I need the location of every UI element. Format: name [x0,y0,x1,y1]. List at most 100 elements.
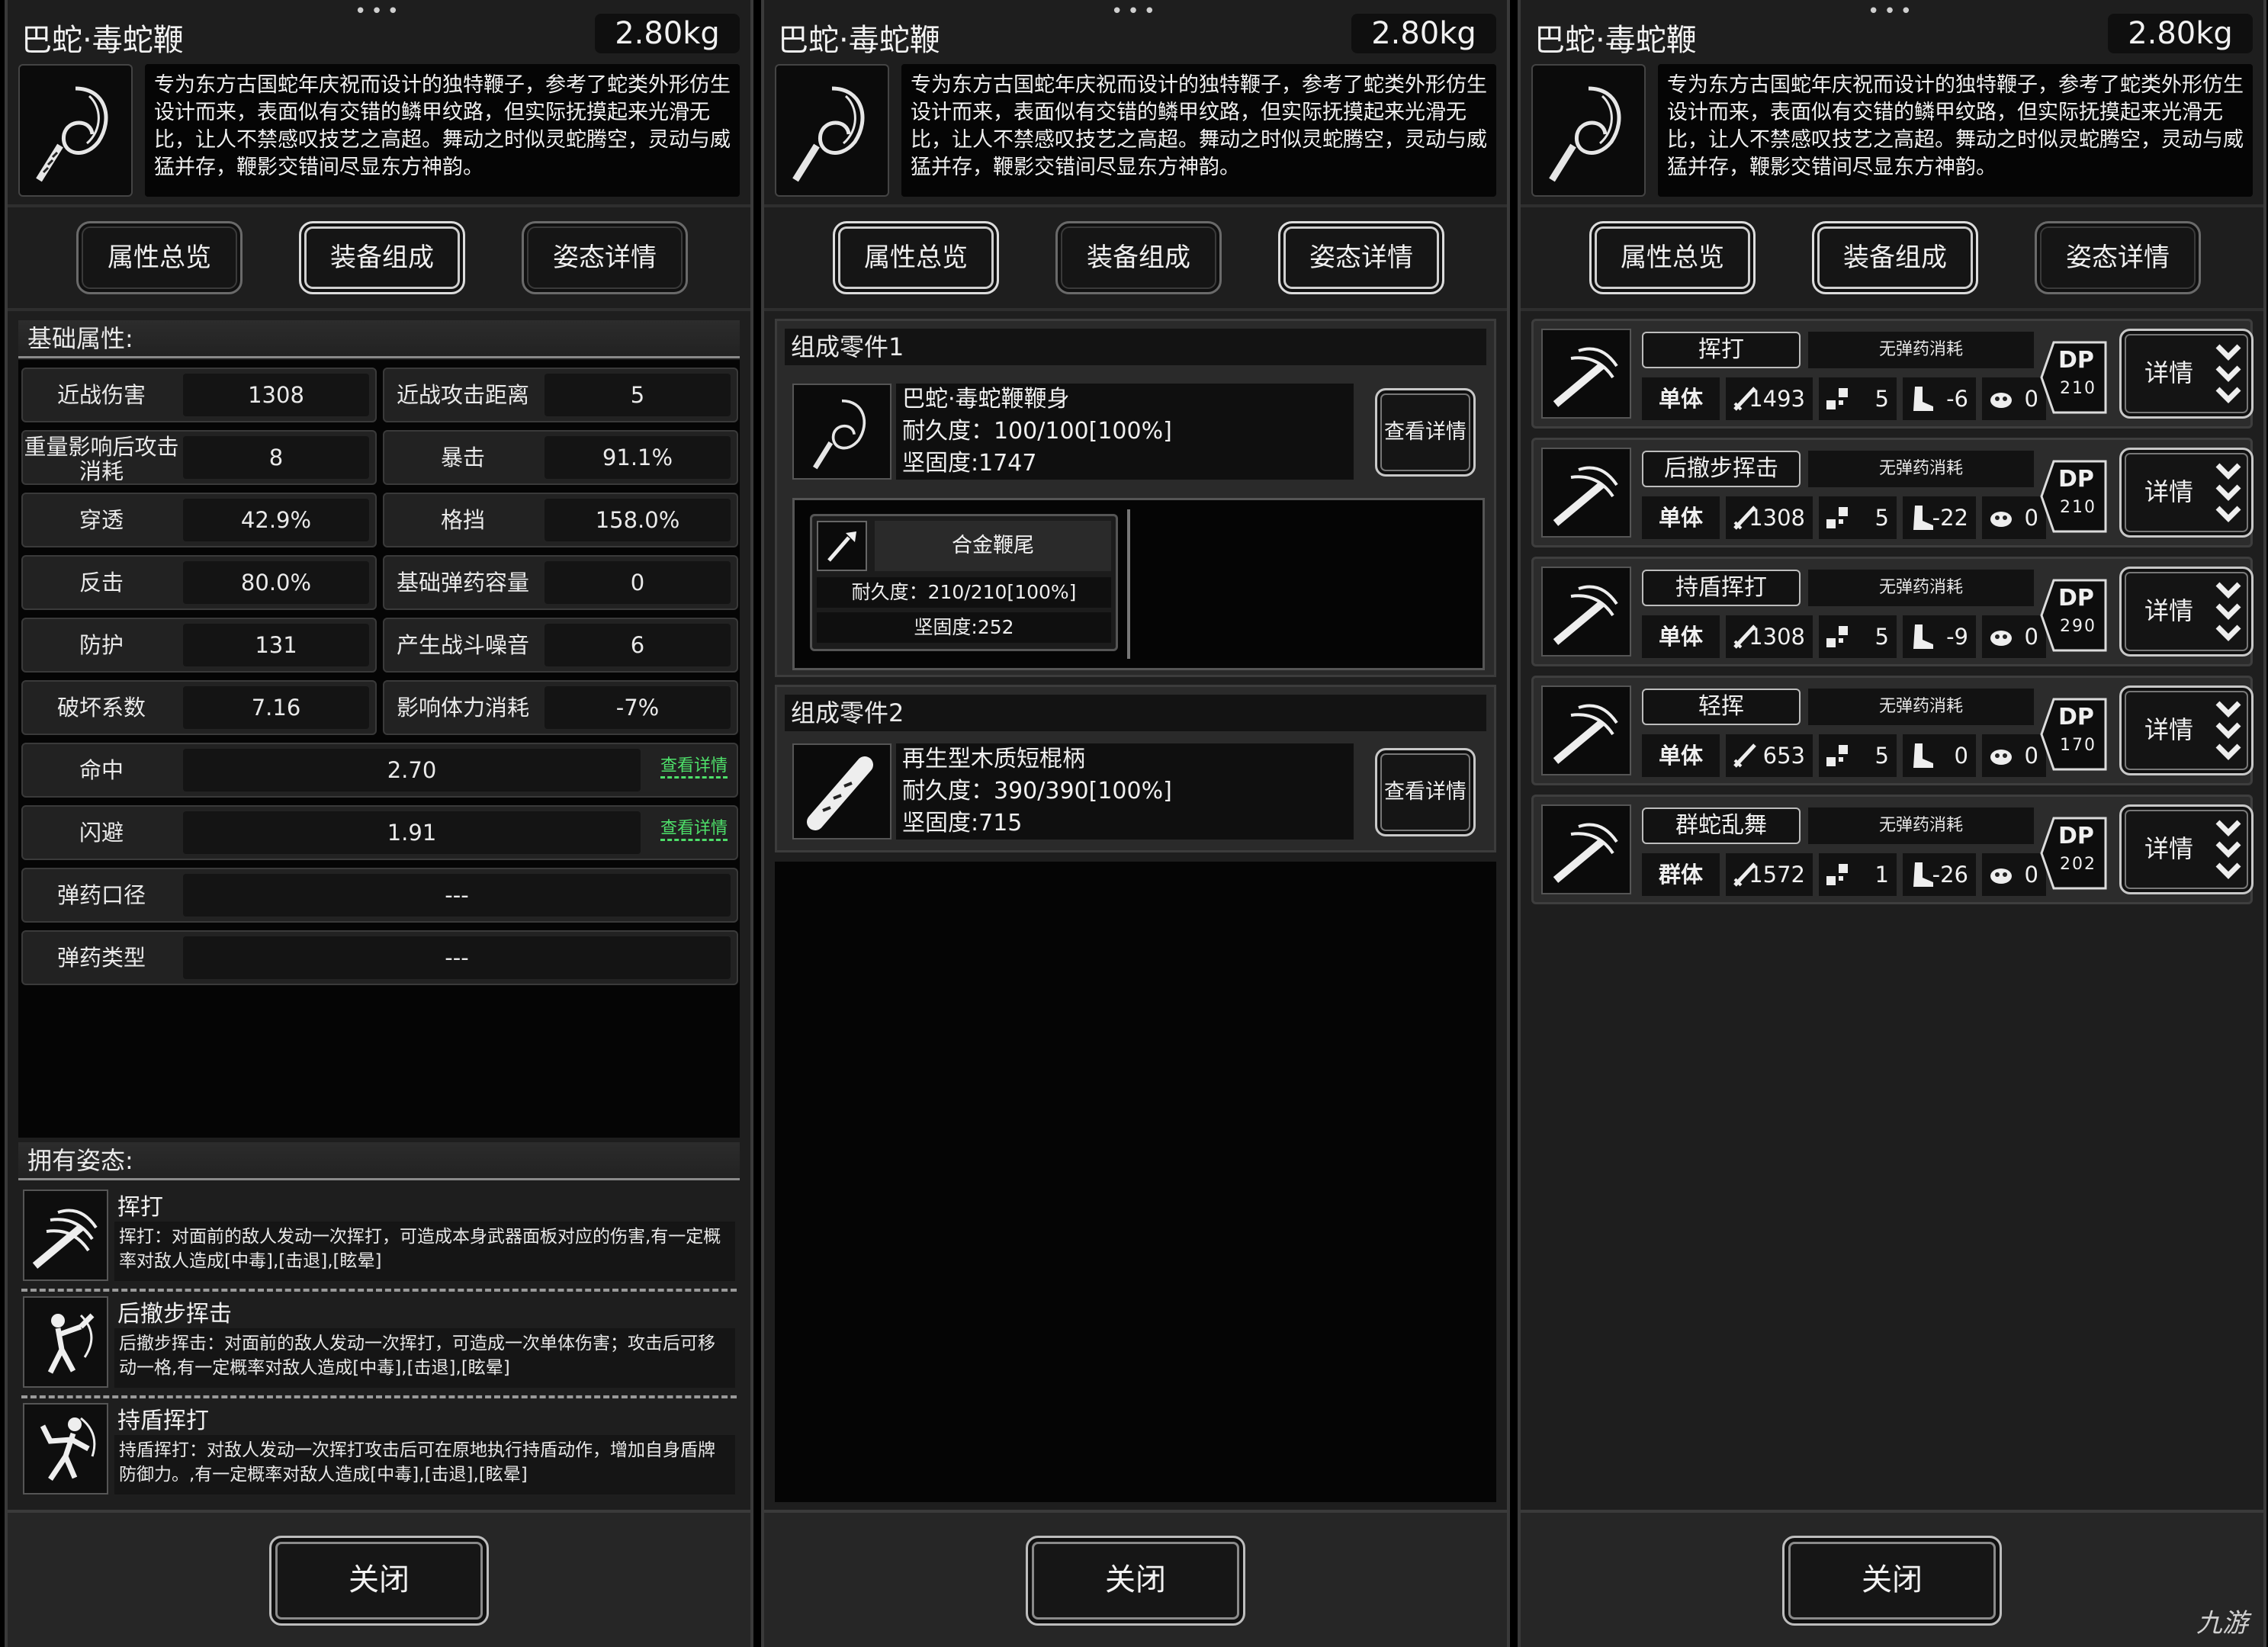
stat-value: 42.9% [183,499,369,541]
chevron-down-icon [2215,820,2241,879]
target-grid-icon [1826,388,1848,409]
stat-penetration: 穿透 42.9% [21,493,377,547]
stat-melee-range: 近战攻击距离 5 [383,368,738,422]
posture-description: 后撤步挥击：对面前的敌人发动一次挥打，可造成一次单体伤害；攻击后可移动一格,有一… [114,1328,735,1388]
skill-card: 后撤步挥击 无弹药消耗 单体 1308 5 -22 0 DP 210 详情 [1531,438,2254,547]
noise-value: 0 [2024,624,2038,650]
weapon-name: 巴蛇·毒蛇鞭 [1534,23,1697,58]
target-grid-icon [1826,626,1848,647]
hit-stat: 5 [1819,734,1897,777]
stat-value: -7% [545,686,731,729]
skill-stats: 群体 1572 1 -26 0 [1642,853,2046,896]
stat-value: 0 [545,561,731,604]
tab-overview[interactable]: 属性总览 [1589,221,1756,294]
tab-composition[interactable]: 装备组成 [1812,221,1978,294]
skill-details-button[interactable]: 详情 [2119,804,2254,894]
whip-body-icon [792,384,891,480]
noise-stat: 0 [1982,615,2046,658]
stat-value: --- [183,874,731,917]
dp-value: 290 [2060,617,2096,636]
skill-name: 挥打 [1642,332,1801,368]
close-button[interactable]: 关闭 [269,1536,489,1626]
tab-postures[interactable]: 姿态详情 [522,221,688,294]
stat-block: 格挡 158.0% [383,493,738,547]
noise-stat: 0 [1982,853,2046,896]
subpart-area: 合金鞭尾 耐久度：210/210[100%] 坚固度:252 [792,498,1485,670]
skill-icon [1541,567,1631,657]
move-value: -22 [1932,505,1968,531]
attack-stat: 1493 [1726,377,1813,420]
view-details-button[interactable]: 查看详情 [1375,388,1476,477]
accuracy-details-link[interactable]: 查看详情 [660,756,728,779]
dp-value: 210 [2060,379,2096,398]
tab-bar: 属性总览 装备组成 姿态详情 [1521,221,2263,297]
hit-stat: 5 [1819,615,1897,658]
skill-details-button[interactable]: 详情 [2119,567,2254,657]
tab-postures[interactable]: 姿态详情 [1278,221,1444,294]
swing-icon [23,1190,108,1281]
list-item[interactable]: 挥打 挥打：对面前的敌人发动一次挥打，可造成本身武器面板对应的伤害,有一定概率对… [18,1186,740,1287]
move-stat: -9 [1903,615,1976,658]
attack-stat: 1308 [1726,496,1813,539]
stat-ammo-capacity: 基础弹药容量 0 [383,555,738,610]
stat-accuracy: 命中 2.70 查看详情 [21,743,738,798]
divider [21,1289,737,1292]
subpart-hardness: 坚固度:252 [817,612,1111,643]
tab-overview[interactable]: 属性总览 [833,221,999,294]
skill-details-button[interactable]: 详情 [2119,329,2254,419]
close-button[interactable]: 关闭 [1782,1536,2002,1626]
hit-stat: 5 [1819,377,1897,420]
divider [21,1395,737,1398]
chevron-down-icon [2215,582,2241,641]
part-durability: 耐久度：390/390[100%] [902,778,1172,804]
target-grid-icon [1826,507,1848,528]
details-label: 详情 [2144,834,2194,863]
skill-stats: 单体 653 5 0 0 [1642,734,2046,777]
screenshot-root: ••• 巴蛇·毒蛇鞭 2.80kg 专为东方古国蛇年庆祝而设计的独特鞭子，参考了… [0,0,2268,1647]
tab-overview[interactable]: 属性总览 [76,221,243,294]
close-button[interactable]: 关闭 [1026,1536,1245,1626]
list-item[interactable]: 持盾挥打 持盾挥打：对敌人发动一次挥打攻击后可在原地执行持盾动作，增加自身盾牌防… [18,1400,740,1501]
stat-value: 80.0% [183,561,369,604]
boot-icon [1913,624,1933,649]
stat-ammo-type: 弹药类型 --- [21,930,738,985]
shield-swing-icon [23,1403,108,1494]
stat-label: 重量影响后攻击消耗 [24,434,179,484]
dp-value: 202 [2060,855,2096,874]
stat-label: 近战攻击距离 [396,382,529,408]
stat-label: 基础弹药容量 [396,570,529,596]
tab-composition[interactable]: 装备组成 [1055,221,1222,294]
stat-ammo-caliber: 弹药口径 --- [21,868,738,923]
evasion-details-link[interactable]: 查看详情 [660,819,728,841]
tab-postures[interactable]: 姿态详情 [2035,221,2201,294]
ammo-cost: 无弹药消耗 [1808,570,2034,606]
tab-composition[interactable]: 装备组成 [299,221,465,294]
backstep-strike-icon [23,1296,108,1388]
stat-label: 穿透 [79,507,124,533]
part-hardness: 坚固度:1747 [902,450,1037,477]
whip-icon [18,64,133,197]
sword-icon [1733,743,1756,768]
view-details-button[interactable]: 查看详情 [1375,748,1476,836]
stat-value: 6 [545,624,731,666]
stat-protection: 防护 131 [21,618,377,673]
divider [1521,204,2263,207]
dp-badge: DP 170 [2040,698,2109,771]
attack-value: 653 [1762,743,1805,769]
hit-stat: 5 [1819,496,1897,539]
subpart-card[interactable]: 合金鞭尾 耐久度：210/210[100%] 坚固度:252 [810,514,1118,651]
skill-details-button[interactable]: 详情 [2119,685,2254,775]
noise-icon [1990,631,2012,646]
scrollbar[interactable] [1127,509,1130,659]
skill-card: 持盾挥打 无弹药消耗 单体 1308 5 -9 0 DP 290 详情 [1531,557,2254,666]
stat-noise: 产生战斗噪音 6 [383,618,738,673]
weapon-name: 巴蛇·毒蛇鞭 [778,23,940,58]
dp-badge: DP 210 [2040,341,2109,414]
list-item[interactable]: 后撤步挥击 后撤步挥击：对面前的敌人发动一次挥打，可造成一次单体伤害；攻击后可移… [18,1293,740,1394]
stat-evasion: 闪避 1.91 查看详情 [21,805,738,860]
skill-details-button[interactable]: 详情 [2119,448,2254,538]
divider [1521,308,2263,311]
weapon-description: 专为东方古国蛇年庆祝而设计的独特鞭子，参考了蛇类外形仿生设计而来，表面似有交错的… [901,64,1496,197]
stat-label: 弹药口径 [56,882,146,908]
skill-name: 轻挥 [1642,689,1801,725]
